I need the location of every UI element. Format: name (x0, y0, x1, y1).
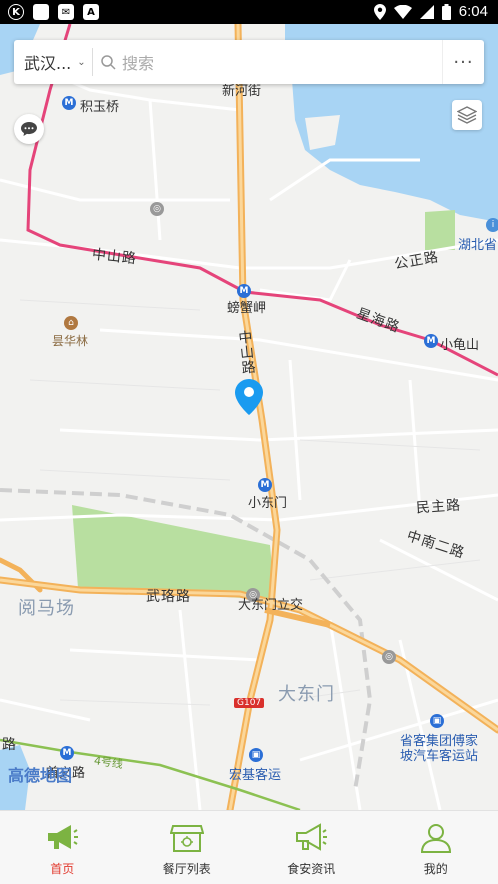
map-label-hubei: 湖北省 (458, 238, 498, 253)
search-bar: 武汉... ⌄ 搜索 ··· (14, 40, 484, 84)
a-icon: A (83, 4, 99, 20)
restaurant-icon (169, 821, 205, 855)
search-placeholder: 搜索 (122, 54, 155, 73)
mail-icon: ✉ (58, 4, 74, 20)
metro-icon: M (237, 284, 251, 298)
nav-item-food-safety-news[interactable]: 食安资讯 (249, 811, 374, 884)
nav-label-mine: 我的 (423, 862, 448, 876)
map-label-bus-station-line2: 坡汽车客运站 (400, 749, 479, 764)
metro-icon: M (258, 478, 272, 492)
map-label-road-left: 路 (2, 737, 17, 753)
more-button[interactable]: ··· (442, 40, 484, 84)
status-right: 6:04 (373, 3, 488, 20)
status-left-icons: K ✉ A (8, 4, 99, 20)
amap-logo: 高德地图 (8, 766, 73, 785)
nav-item-mine[interactable]: 我的 (374, 811, 498, 884)
location-icon (373, 3, 386, 20)
map-label-jiyuqiao: 积玉桥 (80, 100, 120, 115)
message-button[interactable] (14, 114, 44, 144)
museum-icon: ⌂ (64, 316, 78, 330)
map-label-hongji-bus: 宏基客运 (229, 768, 282, 783)
map-label-xianhualin: 昙华林 (52, 334, 89, 348)
map-label-dadongmen-overpass: 大东门立交 (238, 598, 304, 613)
map-label-minzhu-road: 民主路 (415, 497, 462, 517)
poi-icon: ◎ (150, 202, 164, 216)
location-pin-icon[interactable] (235, 379, 263, 419)
map-label-wuluo-road: 武珞路 (146, 589, 191, 605)
layers-button[interactable] (452, 100, 482, 130)
metro-icon: M (60, 746, 74, 760)
nav-label-food-safety-news: 食安资讯 (287, 862, 336, 876)
search-icon (101, 54, 116, 70)
wifi-icon (393, 4, 412, 19)
bus-icon: ▣ (249, 748, 263, 762)
search-input[interactable]: 搜索 (93, 50, 442, 74)
city-label: 武汉... (24, 54, 72, 73)
megaphone-outline-icon (293, 821, 329, 855)
map-label-dadongmen: 大东门 (278, 684, 335, 705)
map-label-g107: G107 (234, 698, 265, 708)
city-selector[interactable]: 武汉... ⌄ (14, 50, 92, 74)
battery-icon (441, 3, 451, 20)
map-label-xiaodongmen: 小东门 (248, 496, 288, 511)
bottom-nav: 首页 餐厅列表 食安资讯 我的 (0, 810, 498, 884)
map-label-yuemachang: 阅马场 (18, 598, 75, 619)
nav-label-restaurants: 餐厅列表 (162, 862, 211, 876)
chevron-down-icon: ⌄ (77, 56, 86, 68)
metro-icon: M (62, 96, 76, 110)
map-label-xiaogui-shan: 小龟山 (440, 338, 480, 353)
signal-icon (419, 4, 434, 19)
status-bar: K ✉ A 6:04 (0, 0, 498, 24)
nav-item-restaurants[interactable]: 餐厅列表 (125, 811, 250, 884)
map-label-pangxiejia: 螃蟹岬 (227, 301, 267, 316)
layers-icon (457, 106, 477, 124)
poi-icon: i (486, 218, 498, 232)
chat-bubble-icon (21, 122, 37, 136)
poi-icon: ◎ (382, 650, 396, 664)
nav-label-home: 首页 (50, 862, 75, 876)
bus-icon: ▣ (430, 714, 444, 728)
megaphone-icon (44, 821, 80, 855)
nav-item-home[interactable]: 首页 (0, 811, 125, 884)
user-icon (418, 821, 454, 855)
square-icon (33, 4, 49, 20)
k-icon: K (8, 4, 24, 20)
metro-icon: M (424, 334, 438, 348)
status-time: 6:04 (458, 3, 488, 20)
